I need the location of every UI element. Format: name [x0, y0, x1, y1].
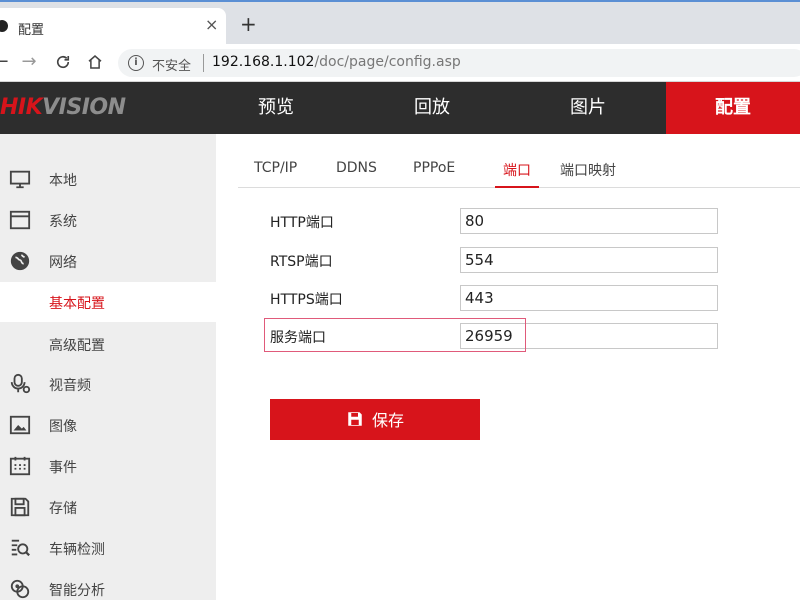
disk-icon: [10, 497, 30, 517]
favicon-icon: [0, 20, 8, 32]
url-path: /doc/page/config.asp: [314, 54, 461, 70]
sidebar-item-basic-config[interactable]: 基本配置: [0, 282, 216, 322]
smart-analysis-icon: [10, 579, 30, 599]
sidebar-item-video-audio[interactable]: 视音频: [0, 364, 216, 404]
microphone-icon: [10, 373, 31, 394]
tab-tcpip[interactable]: TCP/IP: [254, 160, 297, 188]
browser-tab-bar: 配置 × +: [0, 0, 800, 46]
save-button[interactable]: 保存: [270, 399, 480, 440]
network-subtabs: TCP/IP DDNS PPPoE 端口 端口映射: [238, 154, 800, 188]
window-icon: [9, 210, 31, 230]
sidebar: 本地 系统 网络 基本配置 高级配置 视音频 图像 事件 存储 车辆检测 智能分…: [0, 134, 216, 600]
sidebar-item-label: 网络: [49, 255, 77, 271]
url-text[interactable]: 192.168.1.102/doc/page/config.asp: [212, 54, 461, 70]
nav-config[interactable]: 配置: [666, 82, 800, 134]
sidebar-item-label: 事件: [49, 460, 77, 476]
http-port-label: HTTP端口: [270, 215, 334, 231]
rtsp-port-row: RTSP端口: [270, 247, 780, 273]
https-port-row: HTTPS端口: [270, 285, 780, 311]
calendar-icon: [9, 456, 31, 476]
sidebar-item-local[interactable]: 本地: [0, 159, 216, 199]
sidebar-item-label: 视音频: [49, 378, 91, 394]
app-header: HIKVISION 预览 回放 图片 配置: [0, 82, 800, 134]
logo-hik: HIK: [0, 95, 43, 120]
image-icon: [9, 415, 31, 435]
tab-port[interactable]: 端口: [495, 160, 539, 188]
address-bar[interactable]: i 不安全 192.168.1.102/doc/page/config.asp: [118, 49, 800, 77]
sidebar-item-smart-analysis[interactable]: 智能分析: [0, 569, 216, 600]
service-port-row: 服务端口: [270, 323, 780, 349]
insecure-label: 不安全: [152, 59, 192, 74]
nav-preview[interactable]: 预览: [216, 82, 336, 134]
sidebar-item-label: 图像: [49, 419, 77, 435]
browser-toolbar: ← → i 不安全 192.168.1.102/doc/page/config.…: [0, 44, 800, 82]
back-icon[interactable]: ←: [0, 51, 12, 73]
content-panel: TCP/IP DDNS PPPoE 端口 端口映射 HTTP端口 RTSP端口 …: [216, 134, 800, 600]
sidebar-item-label: 智能分析: [49, 583, 105, 599]
sidebar-item-label: 存储: [49, 501, 77, 517]
sidebar-item-system[interactable]: 系统: [0, 200, 216, 240]
rtsp-port-input[interactable]: [460, 247, 718, 273]
tab-ddns[interactable]: DDNS: [336, 160, 377, 188]
nav-playback[interactable]: 回放: [372, 82, 492, 134]
save-icon: [348, 412, 362, 426]
sidebar-item-advanced-config[interactable]: 高级配置: [0, 324, 216, 364]
http-port-row: HTTP端口: [270, 208, 780, 234]
nav-picture[interactable]: 图片: [528, 82, 648, 134]
close-tab-icon[interactable]: ×: [205, 17, 218, 33]
url-separator: [203, 54, 204, 72]
monitor-icon: [9, 170, 31, 189]
sidebar-item-vehicle-detection[interactable]: 车辆检测: [0, 528, 216, 568]
https-port-label: HTTPS端口: [270, 292, 343, 308]
sidebar-item-label: 基本配置: [49, 296, 105, 312]
new-tab-icon[interactable]: +: [240, 14, 257, 34]
sidebar-item-storage[interactable]: 存储: [0, 487, 216, 527]
reload-icon[interactable]: [52, 51, 74, 73]
home-icon[interactable]: [84, 51, 106, 73]
sidebar-item-image[interactable]: 图像: [0, 405, 216, 445]
sidebar-item-label: 系统: [49, 214, 77, 230]
sidebar-item-event[interactable]: 事件: [0, 446, 216, 486]
browser-tab[interactable]: 配置 ×: [0, 8, 226, 46]
tab-pppoe[interactable]: PPPoE: [413, 160, 455, 188]
car-search-icon: [11, 539, 30, 557]
globe-icon: [10, 251, 30, 271]
service-port-label: 服务端口: [270, 330, 326, 346]
rtsp-port-label: RTSP端口: [270, 254, 333, 270]
sidebar-item-label: 本地: [49, 173, 77, 189]
https-port-input[interactable]: [460, 285, 718, 311]
save-button-label: 保存: [371, 411, 404, 430]
http-port-input[interactable]: [460, 208, 718, 234]
forward-icon[interactable]: →: [18, 51, 40, 73]
service-port-input[interactable]: [460, 323, 718, 349]
sidebar-item-label: 高级配置: [49, 338, 105, 354]
sidebar-item-label: 车辆检测: [49, 542, 105, 558]
url-host: 192.168.1.102: [212, 54, 315, 70]
tab-port-mapping[interactable]: 端口映射: [560, 160, 616, 188]
sidebar-item-network[interactable]: 网络: [0, 241, 216, 281]
info-icon[interactable]: i: [128, 55, 144, 71]
hikvision-logo: HIKVISION: [0, 94, 126, 122]
browser-tab-title: 配置: [18, 23, 45, 38]
logo-vision: VISION: [42, 95, 126, 120]
